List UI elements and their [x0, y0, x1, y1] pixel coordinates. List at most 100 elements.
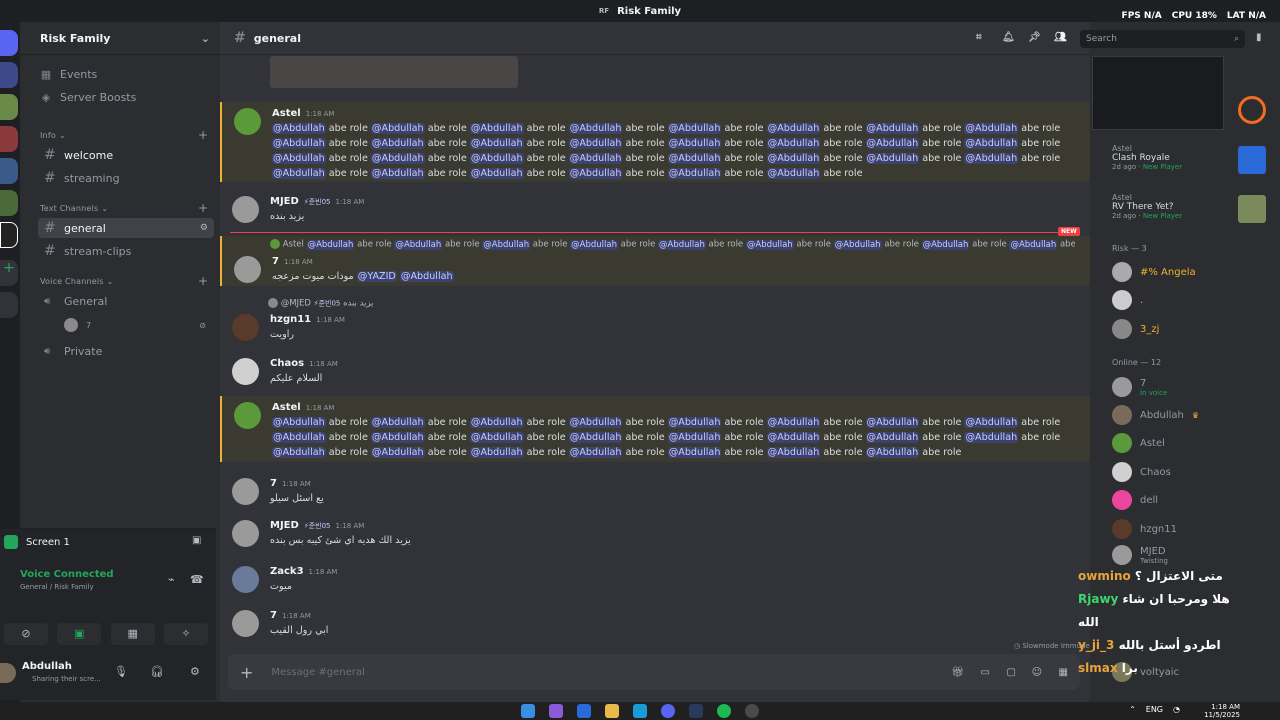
user-mention[interactable]: @Abdullah: [865, 447, 920, 458]
add-channel-icon[interactable]: +: [198, 274, 208, 288]
member-item[interactable]: 7 In voice: [1112, 377, 1272, 397]
user-mention[interactable]: @Abdullah: [667, 417, 722, 428]
user-mention[interactable]: @Abdullah: [370, 153, 425, 164]
user-mention[interactable]: @Abdullah: [766, 417, 821, 428]
user-mention[interactable]: @Abdullah: [964, 432, 1019, 443]
home-server-icon[interactable]: [0, 30, 18, 56]
disconnect-icon[interactable]: ☎: [190, 573, 204, 586]
search-input[interactable]: Search ⌕: [1080, 30, 1245, 48]
message[interactable]: Astel 1:18 AM @Abdullah abe role @Abdulla…: [220, 102, 1090, 182]
user-mention[interactable]: @Abdullah: [370, 417, 425, 428]
user-mention[interactable]: @Abdullah: [272, 417, 326, 428]
message[interactable]: MJED ⚡준빈05 1:18 AM يزيد بنده: [220, 194, 1090, 230]
message[interactable]: @MJED ⚡준빈05 يزيد بنده hzgn11 1:18 AM راوي…: [220, 298, 1090, 348]
gif-icon[interactable]: ▭: [981, 667, 990, 678]
user-mention[interactable]: @Abdullah: [568, 123, 623, 134]
guild-header[interactable]: Risk Family ⌄: [20, 22, 220, 55]
sticker-icon[interactable]: ▢: [1007, 667, 1016, 678]
member-item[interactable]: #% Angela: [1112, 262, 1272, 282]
avatar[interactable]: [234, 108, 261, 135]
user-mention[interactable]: @Abdullah: [469, 432, 524, 443]
clock[interactable]: 1:18 AM 11/5/2025: [1204, 703, 1240, 719]
edge-icon[interactable]: [633, 704, 647, 718]
user-mention[interactable]: @Abdullah: [667, 432, 722, 443]
lang-indicator[interactable]: ENG: [1146, 705, 1163, 714]
message[interactable]: Zack3 1:18 AM ميوت: [220, 564, 1090, 600]
server-icon[interactable]: [0, 62, 18, 88]
image-attachment[interactable]: [270, 56, 518, 88]
user-mention[interactable]: @Abdullah: [272, 123, 326, 134]
user-mention[interactable]: @Abdullah: [568, 153, 623, 164]
user-mention[interactable]: @Abdullah: [568, 168, 623, 179]
user-mention[interactable]: @Abdullah: [469, 417, 524, 428]
member-item[interactable]: dell: [1112, 490, 1272, 510]
user-mention[interactable]: @Abdullah: [469, 138, 524, 149]
message[interactable]: Astel @Abdullah abe role @Abdullah abe r…: [220, 236, 1090, 286]
inbox-icon[interactable]: ▮: [1256, 32, 1262, 43]
user-mention[interactable]: @Abdullah: [370, 123, 425, 134]
voice-status[interactable]: Voice Connected: [20, 569, 114, 580]
add-attachment-icon[interactable]: +: [240, 663, 253, 682]
user-mention[interactable]: @Abdullah: [482, 239, 531, 250]
member-item[interactable]: Chaos: [1112, 462, 1272, 482]
app-icon[interactable]: [549, 704, 563, 718]
server-icon[interactable]: [0, 126, 18, 152]
user-mention[interactable]: @Abdullah: [570, 239, 618, 250]
user-mention[interactable]: @Abdullah: [964, 123, 1019, 134]
user-mention[interactable]: @Abdullah: [964, 138, 1019, 149]
user-mention[interactable]: @Abdullah: [766, 432, 821, 443]
microphone-icon[interactable]: 🎙︎: [114, 665, 128, 678]
server-icon[interactable]: [0, 222, 18, 248]
gift-icon[interactable]: 🎁︎: [951, 667, 964, 678]
settings-gear-icon[interactable]: ⚙: [200, 223, 208, 233]
emoji-icon[interactable]: ☺: [1032, 667, 1042, 678]
user-mention[interactable]: @Abdullah: [469, 447, 524, 458]
avatar[interactable]: [0, 663, 16, 683]
server-icon[interactable]: [0, 190, 18, 216]
user-mention[interactable]: @Abdullah: [865, 123, 920, 134]
voice-channel-private[interactable]: 🔊︎ Private: [38, 341, 214, 361]
user-mention[interactable]: @Abdullah: [370, 447, 425, 458]
avatar[interactable]: [232, 358, 259, 385]
member-item[interactable]: .: [1112, 290, 1272, 310]
user-mention[interactable]: @Abdullah: [766, 153, 821, 164]
user-mention[interactable]: @Abdullah: [370, 168, 425, 179]
wifi-icon[interactable]: ◔: [1173, 705, 1180, 714]
user-mention[interactable]: @Abdullah: [568, 138, 623, 149]
headphones-icon[interactable]: 🎧︎: [150, 665, 164, 678]
spotify-icon[interactable]: [717, 704, 731, 718]
avatar[interactable]: [232, 566, 259, 593]
member-item[interactable]: 3_zj: [1112, 319, 1272, 339]
file-explorer-icon[interactable]: [605, 704, 619, 718]
user-mention[interactable]: @Abdullah: [865, 432, 920, 443]
user-mention[interactable]: @Abdullah: [865, 153, 920, 164]
user-mention[interactable]: @Abdullah: [272, 153, 326, 164]
avatar[interactable]: [234, 402, 261, 429]
user-mention[interactable]: @Abdullah: [964, 417, 1019, 428]
category-text[interactable]: Text Channels ⌄: [40, 204, 108, 213]
user-mention[interactable]: @Abdullah: [370, 432, 425, 443]
member-item[interactable]: Astel: [1112, 433, 1272, 453]
activity-card[interactable]: Astel Clash Royale 2d ago · New Player: [1112, 144, 1272, 174]
user-mention[interactable]: @Abdullah: [833, 239, 882, 250]
popout-icon[interactable]: ▣: [192, 535, 201, 546]
add-channel-icon[interactable]: +: [198, 201, 208, 215]
server-icon[interactable]: [0, 158, 18, 184]
reply-preview[interactable]: @MJED ⚡준빈05 يزيد بنده: [268, 298, 374, 309]
message-composer[interactable]: + Message #general 🎁︎ ▭ ▢ ☺ ▦: [228, 654, 1080, 690]
voice-channel-general[interactable]: 🔊︎ General: [38, 291, 214, 311]
overwatch-icon[interactable]: [1238, 96, 1266, 124]
member-item[interactable]: MJED Twisting: [1112, 545, 1272, 565]
user-mention[interactable]: @Abdullah: [766, 168, 821, 179]
avatar[interactable]: [232, 196, 259, 223]
user-mention[interactable]: @Abdullah: [964, 153, 1019, 164]
message[interactable]: MJED ⚡준빈05 1:18 AM يزيد الك هديه اي شئ كيب…: [220, 520, 1090, 556]
apps-icon[interactable]: ▦: [1059, 667, 1068, 678]
channel-stream-clips[interactable]: # stream-clips: [38, 241, 214, 261]
channel-welcome[interactable]: # welcome: [38, 145, 214, 165]
message[interactable]: 7 1:18 AM ابي رول القيب: [220, 608, 1090, 644]
stream-preview[interactable]: [1092, 56, 1224, 130]
threads-icon[interactable]: ⌗: [976, 32, 982, 43]
noise-suppression-icon[interactable]: ⌁: [168, 573, 175, 586]
avatar[interactable]: [232, 610, 259, 637]
